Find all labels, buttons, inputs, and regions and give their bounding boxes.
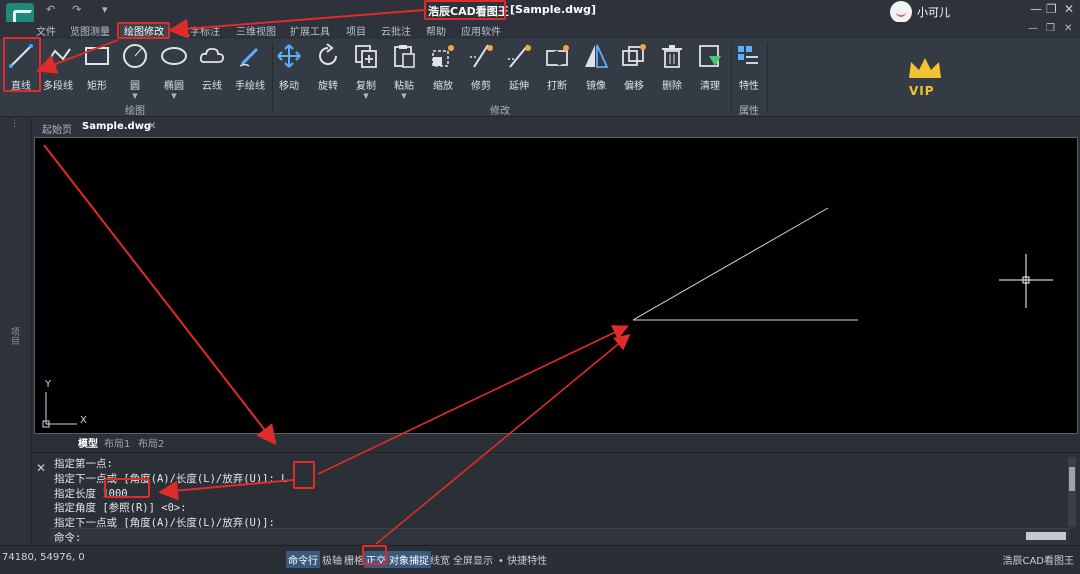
annotation-arrows: [36, 9, 631, 545]
arrow-menu-to-line: [36, 39, 119, 74]
arrow-title-to-menu: [168, 9, 425, 39]
arrow-option-to-canvas: [317, 325, 629, 475]
arrow-option-to-length: [158, 479, 294, 501]
arrow-ortho-to-canvas: [375, 333, 631, 545]
arrow-line-to-command: [43, 144, 277, 446]
